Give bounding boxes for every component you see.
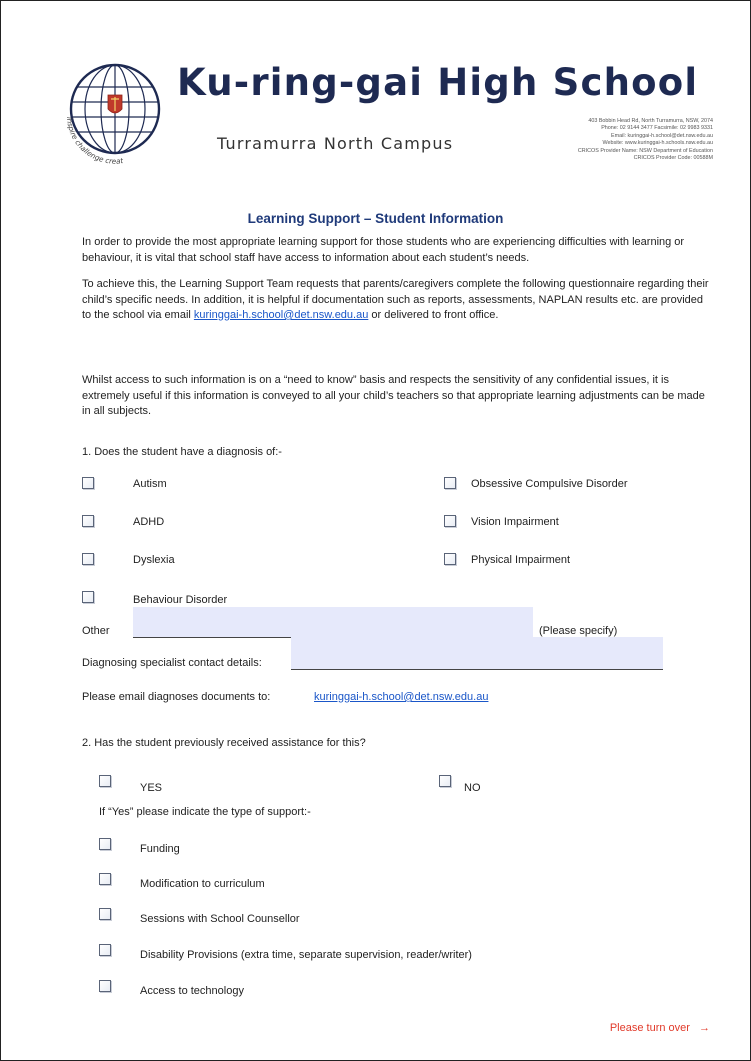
access-to-technology-checkbox[interactable] [99,980,111,992]
question-2-label: 2. Has the student previously received a… [82,737,366,749]
form-title: Learning Support – Student Information [247,211,504,226]
dyslexia-label: Dyslexia [133,554,175,566]
physical-impairment-checkbox[interactable] [444,553,456,565]
form-page: inspire challenge create Ku-ring-gai Hig… [0,0,751,1061]
campus-name: Turramurra North Campus [217,134,454,153]
adhd-checkbox[interactable] [82,515,94,527]
intro-paragraph: In order to provide the most appropriate… [82,236,685,264]
access-to-technology-label: Access to technology [140,985,244,997]
arrow-right-icon: → [699,1022,710,1034]
yes-checkbox[interactable] [99,775,111,787]
vision-impairment-label: Vision Impairment [471,516,559,528]
documentation-text-end: or delivered to front office. [368,309,499,321]
ocd-checkbox[interactable] [444,477,456,489]
autism-checkbox[interactable] [82,477,94,489]
email-line: Email: kuringgai-h.school@det.nsw.edu.au [611,132,713,139]
curriculum-modification-checkbox[interactable] [99,873,111,885]
ocd-label: Obsessive Compulsive Disorder [471,478,628,490]
cricos-name-line: CRICOS Provider Name: NSW Department of … [577,147,713,154]
email-diagnoses-label: Please email diagnoses documents to: [82,691,271,703]
no-checkbox[interactable] [439,775,451,787]
specialist-contact-field[interactable] [291,637,663,669]
school-logo-icon: inspire challenge create [53,57,161,166]
no-label: NO [464,782,481,794]
cricos-code-line: CRICOS Provider Code: 00588M [633,155,713,162]
dyslexia-checkbox[interactable] [82,553,94,565]
turn-over-note: Please turn over → [610,1022,710,1034]
school-address-block: 403 Bobbin Head Rd, North Turramurra, NS… [491,118,713,162]
school-email-link[interactable]: kuringgai-h.school@det.nsw.edu.au [194,309,368,321]
behaviour-disorder-checkbox[interactable] [82,591,94,603]
please-specify-label: (Please specify) [539,625,618,637]
question-1-label: 1. Does the student have a diagnosis of:… [82,446,282,458]
curriculum-modification-label: Modification to curriculum [140,878,265,890]
adhd-label: ADHD [133,516,165,528]
behaviour-disorder-label: Behaviour Disorder [133,594,228,606]
confidentiality-paragraph: Whilst access to such information is on … [82,374,705,417]
website-line: Website: www.kuringgai-h.schools.nsw.edu… [602,140,713,147]
phone-line: Phone: 02 9144 3477 Facsimile: 02 9983 9… [601,125,713,132]
disability-provisions-checkbox[interactable] [99,944,111,956]
address-line: 403 Bobbin Head Rd, North Turramurra, NS… [588,118,713,124]
specialist-contact-label: Diagnosing specialist contact details: [82,657,262,669]
vision-impairment-checkbox[interactable] [444,515,456,527]
yes-label: YES [140,782,163,794]
turn-over-text: Please turn over [609,1022,690,1034]
funding-label: Funding [140,843,180,855]
physical-impairment-label: Physical Impairment [471,554,571,566]
school-name: Ku-ring-gai High School [177,61,699,104]
disability-provisions-label: Disability Provisions (extra time, separ… [140,949,472,961]
funding-checkbox[interactable] [99,838,111,850]
diagnoses-email-link[interactable]: kuringgai-h.school@det.nsw.edu.au [314,691,488,703]
specialist-underline [291,669,663,670]
autism-label: Autism [133,478,167,490]
documentation-paragraph: To achieve this, the Learning Support Te… [82,277,712,324]
counsellor-sessions-checkbox[interactable] [99,908,111,920]
support-type-prompt: If “Yes” please indicate the type of sup… [99,806,311,818]
other-label: Other [82,625,110,637]
other-diagnosis-field[interactable] [133,607,533,637]
counsellor-sessions-label: Sessions with School Counsellor [140,913,300,925]
